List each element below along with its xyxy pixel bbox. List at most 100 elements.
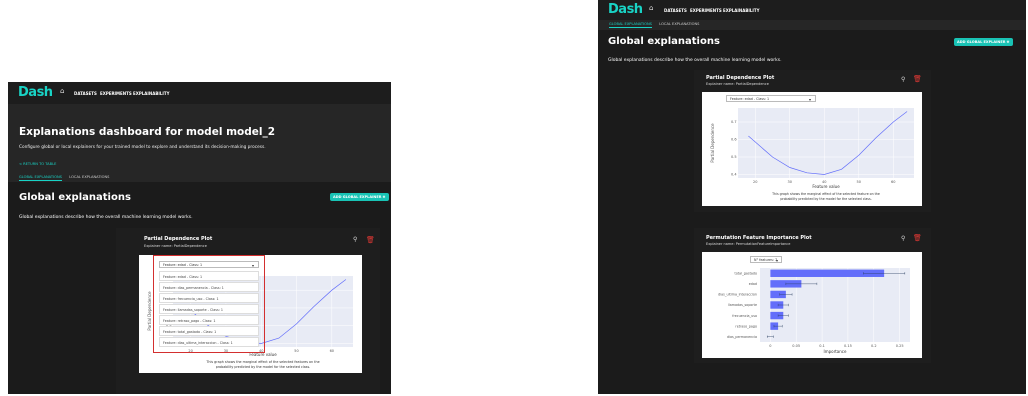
tab-content: Global explanations Global explanations …: [8, 182, 391, 394]
x-axis-label: Feature value: [812, 184, 840, 189]
tab-global-explanations[interactable]: GLOBAL EXPLANATIONS: [609, 22, 652, 28]
pdp-plot-area: 0.4 0.5 0.6 0.7 20 30 40 50 60 Feature v…: [702, 92, 922, 206]
x-axis-label: Importance: [824, 349, 847, 354]
pfi-card: Permutation Feature Importance Plot Expl…: [694, 228, 931, 363]
pdp-chart-svg: 0.4 0.5 0.6 0.7 20 30 40 50 60 Feature v…: [710, 108, 914, 201]
pfi-explainer-name: Explainer name: PermutationFeatureImport…: [706, 242, 791, 246]
feature-dropdown[interactable]: Feature: edad - Class: 1 ▾: [726, 95, 816, 102]
dropdown-option[interactable]: Feature: total_gastado - Class: 1: [159, 326, 259, 336]
zoom-icon[interactable]: ⚲: [901, 235, 905, 242]
dropdown-highlight-box: Feature: edad - Class: 1 ▾ Feature: edad…: [153, 255, 265, 353]
pdp-card-title: Partial Dependence Plot: [144, 236, 213, 242]
section-subtitle: Global explanations describe how the ove…: [608, 58, 782, 63]
zoom-icon[interactable]: ⚲: [353, 236, 357, 243]
dropdown-option[interactable]: Feature: llamadas_soporte - Class: 1: [159, 304, 259, 314]
explanation-tabs: GLOBAL EXPLANATIONS LOCAL EXPLANATIONS: [609, 22, 699, 28]
x-tick-label: 0.1: [819, 344, 825, 348]
top-navbar: Dash ⌂ DATASETS EXPERIMENTS EXPLAINABILI…: [598, 0, 1026, 20]
add-circle-icon: ⊕: [1006, 40, 1010, 44]
pdp-plot-area: 0.4 0.5 0.6 0.7 20 30 40 50 60 Feature v…: [139, 255, 362, 373]
feature-dropdown[interactable]: Feature: edad - Class: 1 ▾: [159, 261, 259, 268]
num-features-dropdown[interactable]: N° features: 7 ▾: [750, 256, 782, 263]
tab-local-explanations[interactable]: LOCAL EXPLANATIONS: [659, 22, 699, 26]
add-global-explainer-label: ADD GLOBAL EXPLAINER: [957, 40, 1006, 44]
pdp-explainer-name: Explainer name: PartialDependence: [144, 244, 207, 248]
category-label: retraso_pago: [735, 324, 757, 328]
y-tick-label: 0.4: [731, 173, 737, 177]
pfi-card-title: Permutation Feature Importance Plot: [706, 235, 812, 241]
x-tick-label: 30: [788, 180, 792, 184]
home-icon[interactable]: ⌂: [60, 87, 64, 95]
nav-datasets[interactable]: DATASETS: [74, 91, 97, 96]
x-tick-label: 0.25: [896, 344, 904, 348]
home-icon[interactable]: ⌂: [649, 4, 653, 12]
category-label: edad: [749, 282, 757, 286]
y-axis-label: Partial Dependence: [710, 123, 715, 163]
brand-logo[interactable]: Dash: [608, 2, 643, 17]
explanation-tabs: GLOBAL EXPLANATIONS LOCAL EXPLANATIONS: [19, 175, 109, 181]
dropdown-option[interactable]: Feature: retraso_pago - Class: 1: [159, 315, 259, 325]
tab-local-explanations[interactable]: LOCAL EXPLANATIONS: [69, 175, 109, 179]
chart-caption-line1: This graph shows the marginal effect of …: [771, 192, 880, 196]
category-label: dias_permanencia: [727, 335, 757, 339]
pdp-card-title: Partial Dependence Plot: [706, 75, 775, 81]
section-title: Global explanations: [608, 36, 720, 47]
add-global-explainer-button[interactable]: ADD GLOBAL EXPLAINER ⊕: [330, 193, 389, 201]
return-to-table-link[interactable]: < RETURN TO TABLE: [19, 162, 56, 166]
x-tick-label: 50: [857, 180, 861, 184]
x-tick-label: 50: [294, 349, 298, 353]
x-tick-label: 0.2: [871, 344, 877, 348]
chevron-down-icon: ▾: [808, 97, 811, 102]
dropdown-menu: Feature: edad - Class: 1 Feature: dias_p…: [159, 271, 259, 347]
section-subtitle: Global explanations describe how the ove…: [19, 215, 193, 220]
zoom-icon[interactable]: ⚲: [901, 76, 905, 83]
section-title: Global explanations: [19, 192, 131, 203]
dropdown-option[interactable]: Feature: edad - Class: 1: [159, 271, 259, 281]
category-label: total_gastado: [735, 271, 757, 275]
nav-experiments[interactable]: EXPERIMENTS: [690, 8, 722, 13]
page-title: Explanations dashboard for model model_2: [19, 126, 276, 138]
dropdown-option[interactable]: Feature: frecuencia_uso - Class: 1: [159, 293, 259, 303]
tab-global-explanations[interactable]: GLOBAL EXPLANATIONS: [19, 175, 62, 181]
pdp-card: Partial Dependence Plot Explainer name: …: [116, 228, 380, 394]
y-tick-label: 0.7: [731, 120, 737, 124]
x-tick-label: 0.15: [844, 344, 852, 348]
pdp-card: Partial Dependence Plot Explainer name: …: [694, 70, 931, 212]
x-tick-label: 60: [330, 349, 334, 353]
chart-caption-line1: This graph shows the marginal effect of …: [205, 360, 319, 364]
add-global-explainer-button[interactable]: ADD GLOBAL EXPLAINER ⊕: [954, 38, 1013, 46]
add-global-explainer-label: ADD GLOBAL EXPLAINER: [333, 195, 382, 199]
x-tick-label: 20: [753, 180, 757, 184]
dropdown-option[interactable]: Feature: dias_ultima_interaccion - Class…: [159, 337, 259, 347]
chevron-down-icon: ▾: [775, 258, 778, 263]
feature-dropdown-value: Feature: edad - Class: 1: [730, 97, 770, 101]
category-label: frecuencia_uso: [732, 314, 757, 318]
pfi-chart-svg: 0 0.05 0.1 0.15 0.2 0.25 total_gastadoedad dia…: [718, 268, 910, 354]
chart-caption-line2: probability predicted by the model for t…: [780, 197, 871, 201]
nav-experiments[interactable]: EXPERIMENTS: [100, 91, 132, 96]
chevron-down-icon: ▾: [251, 263, 254, 268]
plot-background: [738, 108, 914, 178]
tab-content: Global explanations Global explanations …: [598, 30, 1026, 394]
y-tick-label: 0.6: [731, 138, 737, 142]
x-tick-label: 0: [769, 344, 771, 348]
top-navbar: Dash ⌂ DATASETS EXPERIMENTS EXPLAINABILI…: [8, 82, 391, 104]
trash-icon[interactable]: 🗑: [913, 234, 922, 242]
y-tick-label: 0.5: [731, 155, 737, 159]
trash-icon[interactable]: 🗑: [366, 236, 375, 244]
nav-datasets[interactable]: DATASETS: [664, 8, 687, 13]
add-circle-icon: ⊕: [382, 195, 386, 199]
category-label: llamadas_soporte: [728, 303, 757, 307]
num-features-dropdown-value: N° features: 7: [754, 258, 778, 262]
nav-explainability[interactable]: EXPLAINABILITY: [133, 91, 170, 96]
pfi-plot-area: 0 0.05 0.1 0.15 0.2 0.25 total_gastadoedad dia…: [702, 252, 922, 358]
x-tick-label: 60: [891, 180, 895, 184]
brand-logo[interactable]: Dash: [18, 85, 53, 100]
x-tick-label: 0.05: [792, 344, 800, 348]
nav-explainability[interactable]: EXPLAINABILITY: [723, 8, 760, 13]
category-label: dias_ultima_interaccion: [718, 293, 757, 297]
y-axis-label: Partial Dependence: [147, 291, 152, 331]
page-subtitle: Configure global or local explainers for…: [19, 145, 266, 150]
trash-icon[interactable]: 🗑: [913, 75, 922, 83]
dropdown-option[interactable]: Feature: dias_permanencia - Class: 1: [159, 282, 259, 292]
